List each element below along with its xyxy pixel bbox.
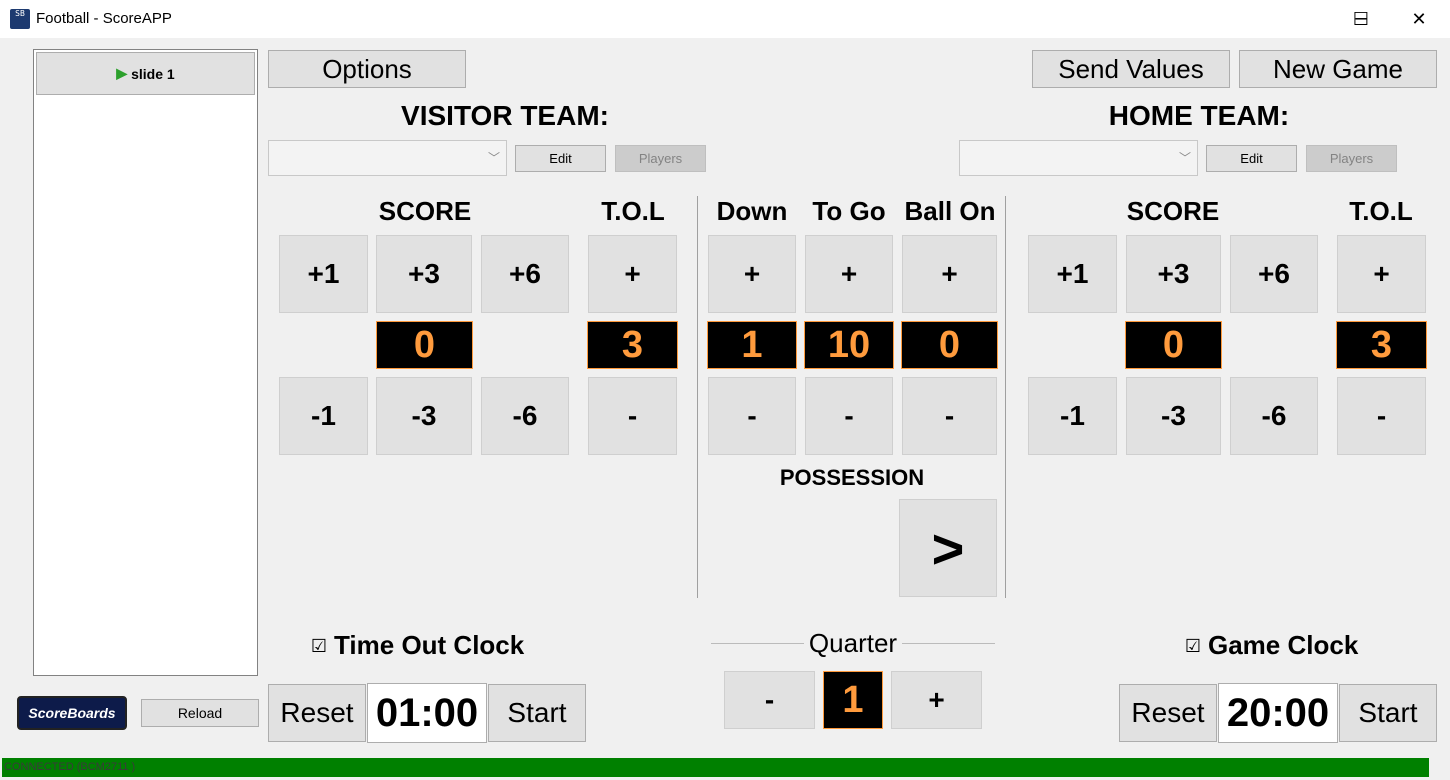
- home-tol-minus-button[interactable]: -: [1337, 377, 1426, 455]
- down-header: Down: [716, 196, 788, 226]
- ballon-header: Ball On: [904, 196, 996, 226]
- status-bar: CONNECTED (BCM2711 ): [2, 758, 1429, 777]
- slide-label: slide 1: [131, 65, 175, 82]
- slide-list[interactable]: ▶ slide 1: [33, 49, 258, 676]
- home-minus1-button[interactable]: -1: [1028, 377, 1117, 455]
- visitor-tol-display: 3: [587, 321, 678, 369]
- options-button[interactable]: Options: [268, 50, 466, 88]
- down-display: 1: [707, 321, 797, 369]
- quarter-plus-button[interactable]: +: [891, 671, 982, 729]
- game-clock-label: Game Clock: [1208, 630, 1359, 660]
- home-plus1-button[interactable]: +1: [1028, 235, 1117, 313]
- timeout-clock-display: 01:00: [367, 683, 487, 743]
- timeout-reset-button[interactable]: Reset: [268, 684, 366, 742]
- timeout-clock-checkbox[interactable]: ☑: [310, 637, 328, 655]
- down-minus-button[interactable]: -: [708, 377, 796, 455]
- new-game-button[interactable]: New Game: [1239, 50, 1437, 88]
- chevron-down-icon: ﹀: [487, 151, 500, 165]
- home-score-header: SCORE: [1126, 196, 1220, 226]
- timeout-clock-toggle[interactable]: ☑ Time Out Clock: [310, 630, 524, 661]
- togo-header: To Go: [812, 196, 886, 226]
- chevron-down-icon: ﹀: [1178, 151, 1191, 165]
- visitor-minus6-button[interactable]: -6: [481, 377, 569, 455]
- visitor-score-display: 0: [376, 321, 473, 369]
- home-team-title: HOME TEAM:: [1108, 100, 1290, 131]
- reload-button[interactable]: Reload: [141, 699, 259, 727]
- down-plus-button[interactable]: +: [708, 235, 796, 313]
- possession-label: POSSESSION: [779, 465, 925, 490]
- visitor-minus1-button[interactable]: -1: [279, 377, 368, 455]
- divider-right: [1005, 196, 1006, 598]
- home-plus6-button[interactable]: +6: [1230, 235, 1318, 313]
- timeout-start-button[interactable]: Start: [488, 684, 586, 742]
- quarter-display: 1: [823, 671, 883, 729]
- togo-display: 10: [804, 321, 894, 369]
- ballon-plus-button[interactable]: +: [902, 235, 997, 313]
- scoreboards-logo: ScoreBoards: [17, 696, 127, 730]
- divider-left: [697, 196, 698, 598]
- title-bar: SB Football - ScoreAPP ─ ☐ ✕: [0, 0, 1450, 38]
- possession-arrow-button[interactable]: >: [899, 499, 997, 597]
- visitor-plus1-button[interactable]: +1: [279, 235, 368, 313]
- home-minus3-button[interactable]: -3: [1126, 377, 1221, 455]
- visitor-minus3-button[interactable]: -3: [376, 377, 472, 455]
- ballon-display: 0: [901, 321, 998, 369]
- window-title: Football - ScoreAPP: [36, 10, 172, 27]
- slide-item[interactable]: ▶ slide 1: [36, 52, 255, 95]
- game-clock-checkbox[interactable]: ☑: [1184, 637, 1202, 655]
- maximize-icon[interactable]: ☐: [1331, 0, 1391, 38]
- play-icon: ▶: [116, 65, 128, 81]
- home-players-button[interactable]: Players: [1306, 145, 1397, 172]
- game-clock-toggle[interactable]: ☑ Game Clock: [1184, 630, 1358, 661]
- visitor-players-button[interactable]: Players: [615, 145, 706, 172]
- visitor-tol-minus-button[interactable]: -: [588, 377, 677, 455]
- close-icon[interactable]: ✕: [1390, 0, 1448, 38]
- togo-plus-button[interactable]: +: [805, 235, 893, 313]
- home-tol-plus-button[interactable]: +: [1337, 235, 1426, 313]
- quarter-line-right: [902, 643, 995, 644]
- status-text: CONNECTED (BCM2711 ): [4, 761, 136, 773]
- visitor-tol-header: T.O.L: [601, 196, 665, 226]
- visitor-tol-plus-button[interactable]: +: [588, 235, 677, 313]
- visitor-score-header: SCORE: [378, 196, 472, 226]
- game-start-button[interactable]: Start: [1339, 684, 1437, 742]
- home-score-display: 0: [1125, 321, 1222, 369]
- visitor-team-select[interactable]: ﹀: [268, 140, 507, 176]
- home-plus3-button[interactable]: +3: [1126, 235, 1221, 313]
- ballon-minus-button[interactable]: -: [902, 377, 997, 455]
- game-reset-button[interactable]: Reset: [1119, 684, 1217, 742]
- visitor-edit-button[interactable]: Edit: [515, 145, 606, 172]
- home-minus6-button[interactable]: -6: [1230, 377, 1318, 455]
- home-edit-button[interactable]: Edit: [1206, 145, 1297, 172]
- home-tol-display: 3: [1336, 321, 1427, 369]
- game-clock-display: 20:00: [1218, 683, 1338, 743]
- visitor-plus3-button[interactable]: +3: [376, 235, 472, 313]
- quarter-label: Quarter: [808, 628, 898, 658]
- home-team-select[interactable]: ﹀: [959, 140, 1198, 176]
- quarter-minus-button[interactable]: -: [724, 671, 815, 729]
- quarter-line-left: [711, 643, 804, 644]
- visitor-plus6-button[interactable]: +6: [481, 235, 569, 313]
- send-values-button[interactable]: Send Values: [1032, 50, 1230, 88]
- visitor-team-title: VISITOR TEAM:: [401, 100, 609, 131]
- togo-minus-button[interactable]: -: [805, 377, 893, 455]
- app-icon: SB: [10, 9, 30, 29]
- home-tol-header: T.O.L: [1349, 196, 1413, 226]
- timeout-clock-label: Time Out Clock: [334, 630, 525, 660]
